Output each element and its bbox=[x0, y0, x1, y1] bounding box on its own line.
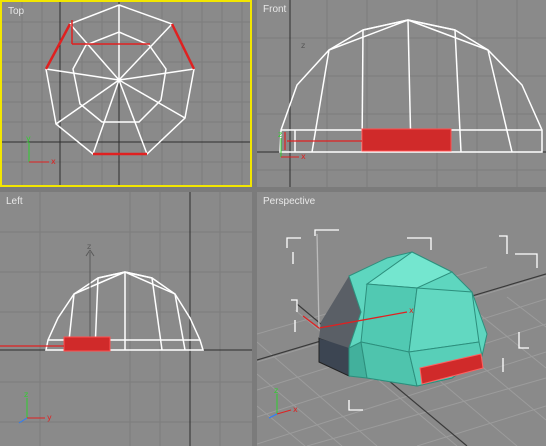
axis-tripod-perspective: z x bbox=[268, 386, 298, 419]
svg-text:z: z bbox=[274, 386, 278, 395]
selected-faces-front[interactable] bbox=[361, 128, 452, 152]
svg-text:x: x bbox=[293, 405, 298, 414]
selected-faces-left[interactable] bbox=[63, 336, 111, 352]
viewport-front[interactable]: z z x Front bbox=[257, 0, 546, 187]
viewport-label-front[interactable]: Front bbox=[263, 4, 286, 15]
gizmo-x-label-perspective: x bbox=[409, 306, 414, 315]
gizmo-axis-label-front: z bbox=[301, 41, 305, 50]
viewport-top-canvas[interactable]: y x bbox=[2, 2, 252, 187]
viewport-label-top[interactable]: Top bbox=[8, 6, 24, 17]
svg-text:y: y bbox=[26, 134, 31, 143]
viewport-perspective-canvas[interactable]: x z x bbox=[257, 192, 546, 446]
viewport-label-perspective[interactable]: Perspective bbox=[263, 196, 315, 207]
svg-text:x: x bbox=[51, 157, 56, 166]
viewport-front-canvas[interactable]: z z x bbox=[257, 0, 546, 187]
axis-tripod-top: y x bbox=[26, 134, 56, 166]
viewport-left-canvas[interactable]: z z y bbox=[0, 192, 252, 446]
svg-text:z: z bbox=[24, 390, 28, 399]
svg-text:y: y bbox=[47, 413, 52, 422]
axis-tripod-front: z x bbox=[278, 130, 306, 161]
viewport-label-left[interactable]: Left bbox=[6, 196, 23, 207]
gizmo-axis-label-left: z bbox=[87, 242, 91, 251]
viewport-perspective[interactable]: x z x Perspective bbox=[257, 192, 546, 446]
viewport-top[interactable]: y x Top bbox=[0, 0, 252, 187]
svg-text:z: z bbox=[278, 130, 282, 139]
axis-tripod-left: z y bbox=[18, 390, 52, 424]
svg-text:x: x bbox=[301, 152, 306, 161]
viewport-left[interactable]: z z y Left bbox=[0, 192, 252, 446]
